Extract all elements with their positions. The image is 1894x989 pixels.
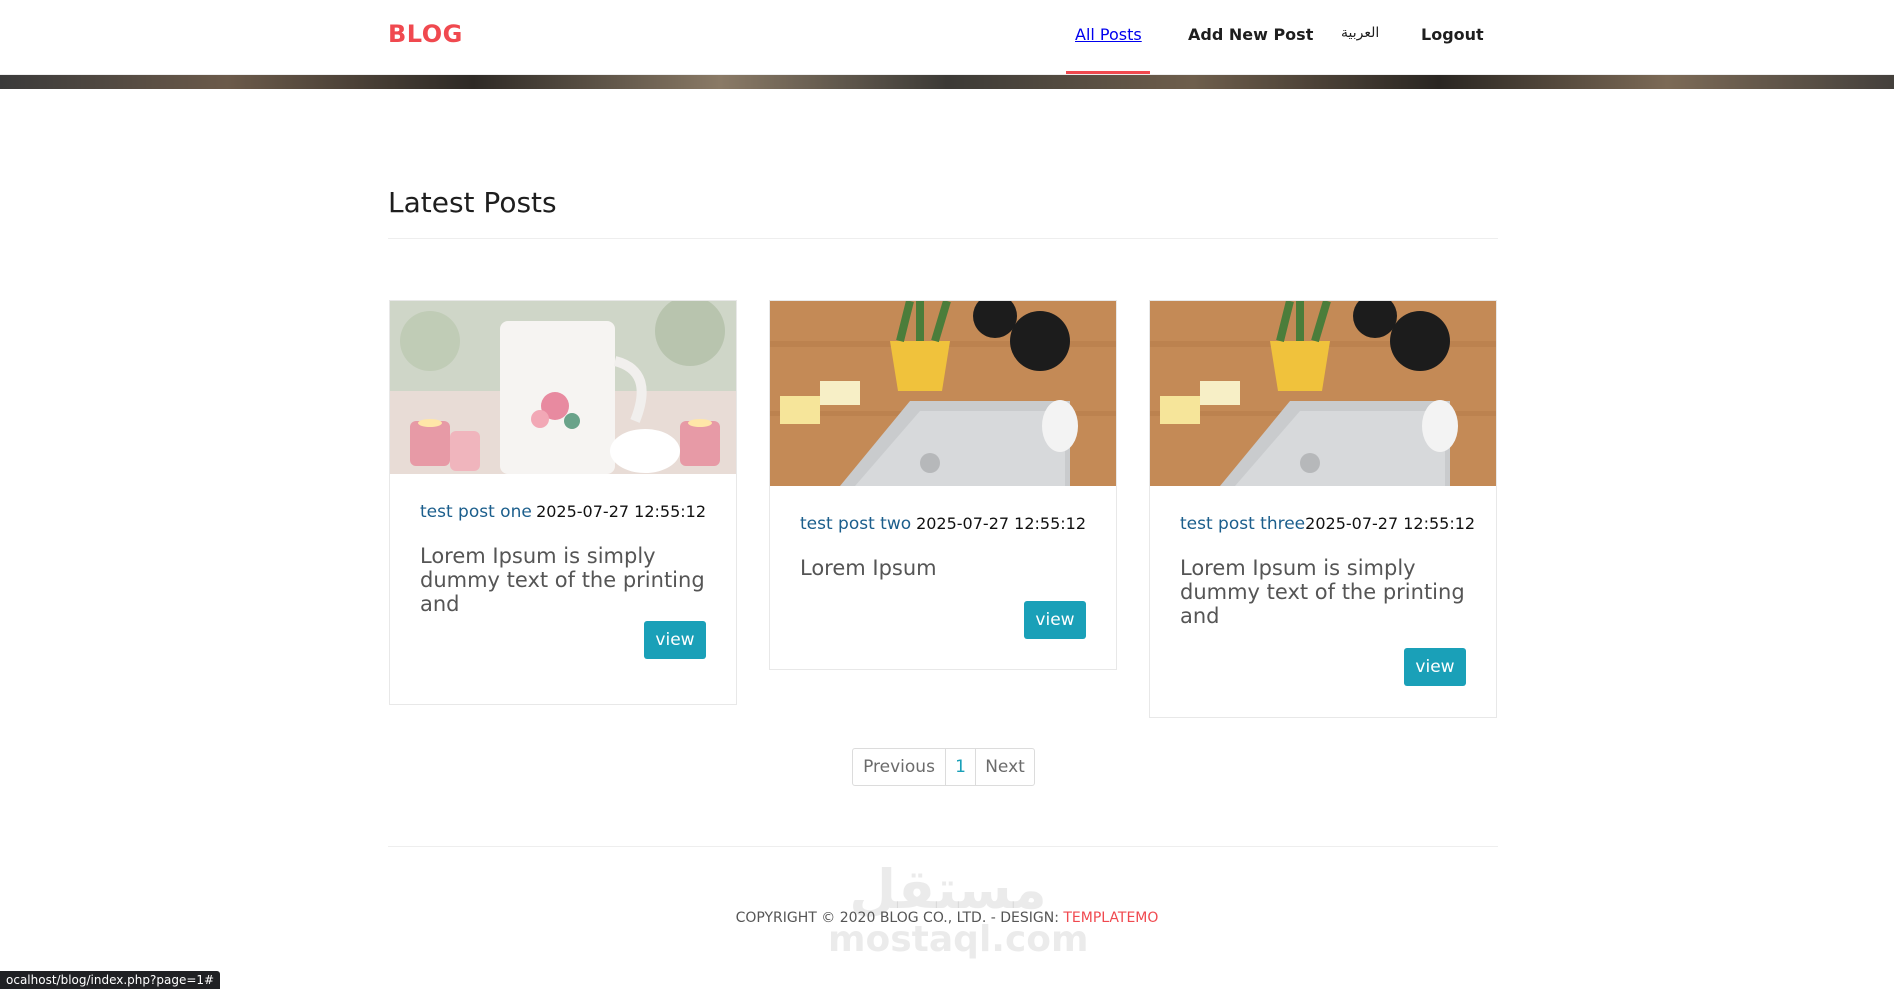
title-divider — [388, 238, 1498, 239]
page-title: Latest Posts — [388, 186, 557, 219]
nav-all-posts[interactable]: All Posts — [1075, 25, 1142, 44]
post-excerpt: Lorem Ipsum is simply dummy text of the … — [1180, 556, 1465, 628]
view-post-button[interactable]: view — [1024, 601, 1086, 639]
pagination: Previous 1 Next — [852, 748, 1035, 786]
post-date: 2025-07-27 12:55:12 — [536, 502, 706, 521]
browser-status-url: ocalhost/blog/index.php?page=1# — [0, 971, 221, 989]
post-title[interactable]: test post three — [1180, 514, 1305, 534]
post-excerpt: Lorem Ipsum — [800, 556, 937, 580]
view-post-button[interactable]: view — [644, 621, 706, 659]
post-date: 2025-07-27 12:55:12 — [916, 514, 1086, 533]
footer-divider — [388, 846, 1498, 847]
post-title[interactable]: test post one — [420, 502, 532, 522]
top-navbar: BLOG All Posts Add New Post العربية Logo… — [0, 0, 1894, 75]
copyright-text: COPYRIGHT © 2020 BLOG CO., LTD. - DESIGN… — [735, 910, 1059, 926]
view-post-button[interactable]: view — [1404, 648, 1466, 686]
post-image-laptop[interactable] — [1150, 301, 1496, 486]
post-image-laptop[interactable] — [770, 301, 1116, 486]
post-title[interactable]: test post two — [800, 514, 911, 534]
watermark-latin: mostaql.com — [828, 919, 1089, 960]
nav-logout[interactable]: Logout — [1421, 25, 1484, 44]
footer-copyright: COPYRIGHT © 2020 BLOG CO., LTD. - DESIGN… — [0, 910, 1894, 926]
site-logo[interactable]: BLOG — [388, 20, 463, 48]
post-card: test post three 2025-07-27 12:55:12 Lore… — [1149, 300, 1497, 718]
nav-language-arabic[interactable]: العربية — [1341, 25, 1379, 41]
nav-add-new-post[interactable]: Add New Post — [1188, 25, 1313, 44]
pagination-page-1[interactable]: 1 — [946, 749, 976, 785]
post-date: 2025-07-27 12:55:12 — [1305, 514, 1476, 533]
post-card: test post two 2025-07-27 12:55:12 Lorem … — [769, 300, 1117, 670]
post-image-mug[interactable] — [390, 301, 736, 474]
post-card: test post one 2025-07-27 12:55:12 Lorem … — [389, 300, 737, 705]
post-excerpt: Lorem Ipsum is simply dummy text of the … — [420, 544, 705, 616]
templatemo-link[interactable]: TEMPLATEMO — [1063, 910, 1158, 926]
pagination-previous[interactable]: Previous — [853, 749, 946, 785]
active-nav-indicator — [1066, 71, 1150, 74]
pagination-next[interactable]: Next — [976, 749, 1034, 785]
hero-image-strip — [0, 75, 1894, 89]
